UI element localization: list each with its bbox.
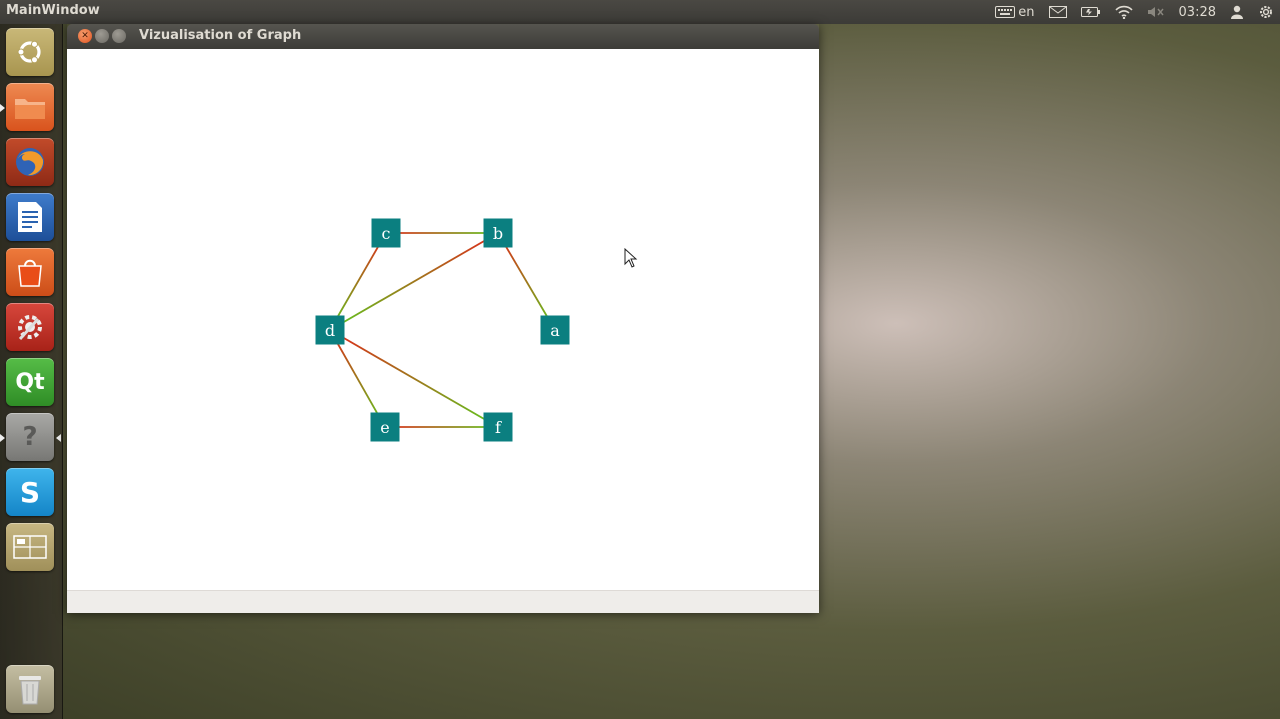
top-panel: MainWindow en 03:28: [0, 0, 1280, 24]
graph-node-c[interactable]: c: [371, 218, 401, 248]
session-indicator[interactable]: [1258, 4, 1274, 20]
graph-node-f[interactable]: f: [483, 412, 513, 442]
user-icon: [1231, 5, 1243, 19]
trash-icon: [19, 676, 41, 705]
graph-view: c b a d e f: [315, 218, 570, 442]
graph-edge-d-e: [329, 329, 386, 428]
firefox-icon: [16, 148, 44, 176]
launcher-trash[interactable]: [6, 665, 54, 713]
gear-power-icon: [1260, 6, 1272, 18]
skype-icon: S: [19, 475, 41, 509]
launcher-libreoffice-writer[interactable]: [6, 193, 54, 241]
graph-node-label: d: [325, 321, 335, 340]
wifi-icon: [1114, 5, 1133, 19]
launcher-unknown-app[interactable]: ?: [6, 413, 54, 461]
nodes-layer: c b a d e f: [315, 218, 570, 442]
launcher-system-settings[interactable]: [6, 303, 54, 351]
battery-indicator[interactable]: [1080, 6, 1101, 18]
active-app-name: MainWindow: [6, 3, 100, 18]
graph-edge-c-d: [329, 232, 387, 331]
close-icon: ✕: [81, 31, 89, 41]
clock[interactable]: 03:28: [1179, 5, 1216, 20]
folder-icon: [15, 99, 45, 119]
window-title: Vizualisation of Graph: [139, 28, 302, 43]
running-indicator: [0, 434, 5, 442]
window-titlebar[interactable]: ✕ Vizualisation of Graph: [67, 24, 819, 49]
graph-edge-d-f: [329, 329, 499, 428]
mouse-cursor-icon: [624, 248, 638, 268]
qt-logo-icon: Qt: [15, 369, 45, 395]
keyboard-indicator[interactable]: en: [995, 4, 1035, 20]
window-close-button[interactable]: ✕: [78, 29, 92, 43]
launcher-files[interactable]: [6, 83, 54, 131]
window-maximize-button[interactable]: [112, 29, 126, 43]
launcher-workspace-switcher[interactable]: [6, 523, 54, 571]
keyboard-icon: [995, 6, 1016, 18]
graph-node-label: c: [382, 224, 391, 243]
window-minimize-button[interactable]: [95, 29, 109, 43]
launcher-dash-home[interactable]: [6, 28, 54, 76]
workspace-switcher-icon: [13, 535, 47, 559]
ubuntu-logo-icon: [17, 40, 41, 64]
graph-node-label: b: [493, 224, 503, 243]
graph-node-label: e: [380, 418, 389, 437]
network-indicator[interactable]: [1114, 5, 1133, 19]
shopping-bag-icon: [18, 259, 42, 287]
graph-node-e[interactable]: e: [370, 412, 400, 442]
running-indicator: [0, 104, 5, 112]
graph-node-a[interactable]: a: [540, 315, 570, 345]
battery-icon: [1080, 7, 1100, 17]
settings-wrench-icon: [18, 315, 42, 341]
launcher-firefox[interactable]: [6, 138, 54, 186]
graph-node-b[interactable]: b: [483, 218, 513, 248]
launcher: Qt ? S: [0, 24, 63, 719]
writer-document-icon: [18, 202, 42, 232]
keyboard-layout-label: en: [1018, 4, 1035, 20]
question-mark-icon: ?: [22, 422, 38, 452]
envelope-icon: [1048, 6, 1067, 18]
focused-indicator: [56, 434, 61, 442]
graph-node-d[interactable]: d: [315, 315, 345, 345]
indicator-area: en 03:28: [995, 0, 1274, 24]
sound-indicator[interactable]: [1147, 6, 1165, 18]
status-bar: [67, 590, 819, 613]
launcher-qt-creator[interactable]: Qt: [6, 358, 54, 406]
graph-edge-b-a: [497, 232, 556, 331]
graph-canvas[interactable]: c b a d e f: [67, 49, 819, 590]
edges-layer: [329, 232, 556, 428]
launcher-software-center[interactable]: [6, 248, 54, 296]
graph-edge-b-d: [329, 232, 499, 331]
launcher-skype[interactable]: S: [6, 468, 54, 516]
graph-node-label: a: [550, 321, 560, 340]
speaker-muted-icon: [1147, 7, 1164, 17]
messaging-indicator[interactable]: [1048, 6, 1067, 18]
app-window: ✕ Vizualisation of Graph c b a d e f: [67, 24, 819, 613]
user-indicator[interactable]: [1230, 5, 1244, 19]
